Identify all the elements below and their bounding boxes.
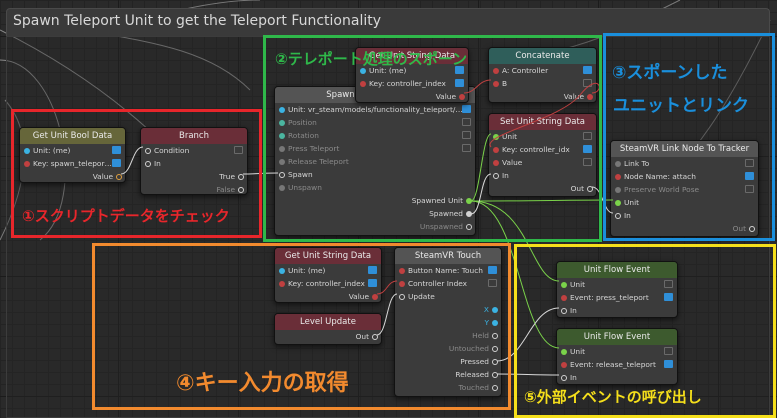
callout-label-4: ④キー入力の取得 xyxy=(176,371,349,396)
callout-label-5: ⑤外部イベントの呼び出し xyxy=(524,388,702,406)
graph-canvas[interactable]: Spawn Teleport Unit to get the Teleport … xyxy=(0,0,777,418)
callout-label-2: ②テレポート処理のスポーン xyxy=(275,50,467,68)
callout-label-3b: ユニットとリンク xyxy=(613,96,749,116)
callout-label-3a: ③スポーンした xyxy=(612,63,728,83)
callout-label-1: ①スクリプトデータをチェック xyxy=(22,207,230,225)
